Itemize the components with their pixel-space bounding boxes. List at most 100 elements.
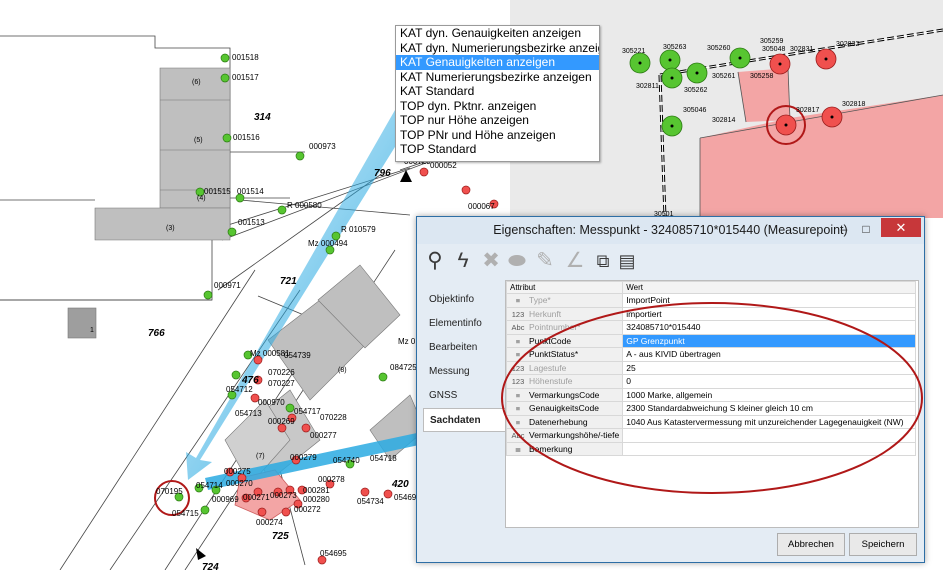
svg-text:302818: 302818 bbox=[842, 101, 865, 108]
table-row[interactable]: ≡ GenauigkeitsCode 2300 Standardabweichung… bbox=[505, 401, 916, 416]
eraser-icon[interactable]: ⬬ bbox=[505, 248, 529, 274]
context-menu[interactable]: KAT dyn. Genauigkeiten anzeigen KAT dyn.… bbox=[395, 25, 600, 162]
small-arrow-724 bbox=[196, 548, 206, 560]
svg-text:054714: 054714 bbox=[196, 481, 223, 490]
row-value[interactable]: GP Grenzpunkt bbox=[622, 333, 916, 348]
svg-text:305221: 305221 bbox=[622, 48, 645, 55]
svg-text:054718: 054718 bbox=[370, 454, 397, 463]
menu-item-top-standard[interactable]: TOP Standard bbox=[396, 142, 599, 157]
table-row[interactable]: 123 Herkunft importiert bbox=[505, 306, 916, 321]
svg-text:420: 420 bbox=[391, 479, 409, 490]
svg-text:1: 1 bbox=[90, 327, 94, 334]
cancel-button[interactable]: Abbrechen bbox=[777, 533, 845, 556]
table-row[interactable]: ≡ VermarkungsCode 1000 Marke, allgemein bbox=[505, 387, 916, 402]
svg-text:305046: 305046 bbox=[683, 107, 706, 114]
menu-item-kat-dyn-genauigkeiten[interactable]: KAT dyn. Genauigkeiten anzeigen bbox=[396, 26, 599, 41]
table-row[interactable]: ≡ Type* ImportPoint bbox=[505, 293, 916, 308]
search-icon[interactable]: ⚲ bbox=[423, 248, 447, 274]
minimize-button[interactable]: – bbox=[835, 220, 853, 238]
table-row[interactable]: ≡ PunktStatus* A - aus KIVID übertragen bbox=[505, 347, 916, 362]
svg-text:R 000580: R 000580 bbox=[287, 201, 322, 210]
svg-text:084725: 084725 bbox=[390, 363, 417, 372]
row-name: GenauigkeitsCode bbox=[529, 403, 599, 414]
menu-item-top-dyn-pktnr[interactable]: TOP dyn. Pktnr. anzeigen bbox=[396, 99, 599, 114]
save-button[interactable]: Speichern bbox=[849, 533, 917, 556]
properties-dialog[interactable]: Eigenschaften: Messpunkt - 324085710*015… bbox=[416, 216, 925, 563]
multiline-text-icon: ≣ bbox=[514, 444, 522, 454]
row-value[interactable]: A - aus KIVID übertragen bbox=[622, 347, 916, 362]
table-row[interactable]: 123 Höhenstufe 0 bbox=[505, 374, 916, 389]
row-value[interactable] bbox=[622, 441, 916, 456]
svg-text:302832: 302832 bbox=[836, 41, 859, 48]
list-icon: ≡ bbox=[515, 336, 521, 346]
svg-text:724: 724 bbox=[202, 562, 219, 570]
table-row[interactable]: ≣ Bemerkung bbox=[505, 441, 916, 456]
row-name: Herkunft bbox=[529, 308, 562, 319]
list-icon: ≡ bbox=[515, 390, 521, 400]
tab-elementinfo[interactable]: Elementinfo bbox=[423, 312, 505, 336]
svg-text:Mz 0: Mz 0 bbox=[398, 337, 416, 346]
table-row[interactable]: Abc Pointnumber* 324085710*015440 bbox=[505, 320, 916, 335]
row-value[interactable]: 2300 Standardabweichung S kleiner gleich… bbox=[622, 401, 916, 416]
svg-text:305262: 305262 bbox=[684, 87, 707, 94]
table-header: Attribut Wert bbox=[505, 281, 916, 294]
svg-text:054739: 054739 bbox=[284, 351, 311, 360]
number-icon: 123 bbox=[511, 309, 525, 319]
menu-item-kat-standard[interactable]: KAT Standard bbox=[396, 84, 599, 99]
menu-item-kat-numerierungsbezirke[interactable]: KAT Numerierungsbezirke anzeigen bbox=[396, 70, 599, 85]
maximize-button[interactable]: □ bbox=[857, 220, 875, 238]
row-name: Type* bbox=[529, 295, 551, 306]
svg-text:000067: 000067 bbox=[468, 202, 495, 211]
row-value[interactable]: 25 bbox=[622, 360, 916, 375]
svg-text:302814: 302814 bbox=[712, 117, 735, 124]
row-value[interactable]: 324085710*015440 bbox=[622, 320, 916, 335]
lightning-icon[interactable]: ϟ bbox=[451, 248, 475, 274]
svg-text:054715: 054715 bbox=[172, 509, 199, 518]
svg-text:305259: 305259 bbox=[760, 38, 783, 45]
close-button[interactable]: ✕ bbox=[881, 218, 921, 237]
tab-objektinfo[interactable]: Objektinfo bbox=[423, 288, 505, 312]
delete-icon[interactable]: ✖ bbox=[479, 248, 503, 274]
row-value[interactable]: 0 bbox=[622, 374, 916, 389]
svg-text:(3): (3) bbox=[166, 225, 175, 232]
svg-text:070228: 070228 bbox=[320, 413, 347, 422]
dialog-titlebar[interactable]: Eigenschaften: Messpunkt - 324085710*015… bbox=[417, 217, 924, 244]
menu-item-top-nur-hoehe[interactable]: TOP nur Höhe anzeigen bbox=[396, 113, 599, 128]
menu-item-kat-genauigkeiten[interactable]: KAT Genauigkeiten anzeigen bbox=[396, 55, 599, 70]
row-value[interactable] bbox=[622, 428, 916, 443]
dialog-toolbar: ⚲ ϟ ✖ ⬬ ✎ ∠ ⧉ ▤ bbox=[421, 244, 921, 280]
tab-bearbeiten[interactable]: Bearbeiten bbox=[423, 336, 505, 360]
svg-text:766: 766 bbox=[148, 328, 165, 339]
tab-messung[interactable]: Messung bbox=[423, 360, 505, 384]
menu-item-kat-dyn-numerierungsbezirke[interactable]: KAT dyn. Numerierungsbezirke anzeigen bbox=[396, 41, 599, 56]
row-name: Vermarkungshöhe/-tiefe bbox=[529, 430, 620, 441]
row-name: Bemerkung bbox=[529, 443, 573, 454]
row-value[interactable]: ImportPoint bbox=[622, 293, 916, 308]
table-row[interactable]: ≡ PunktCode GP Grenzpunkt bbox=[505, 333, 916, 348]
svg-text:000973: 000973 bbox=[309, 142, 336, 151]
svg-text:000971: 000971 bbox=[214, 281, 241, 290]
row-value[interactable]: 1000 Marke, allgemein bbox=[622, 387, 916, 402]
table-row[interactable]: Abc Vermarkungshöhe/-tiefe bbox=[505, 428, 916, 443]
row-value[interactable]: 1040 Aus Katastervermessung mit unzureic… bbox=[622, 414, 916, 429]
svg-text:000269: 000269 bbox=[268, 417, 295, 426]
row-value[interactable]: importiert bbox=[622, 306, 916, 321]
svg-text:001518: 001518 bbox=[232, 53, 259, 62]
edit-pen-icon[interactable]: ✎ bbox=[533, 248, 557, 274]
tab-gnss[interactable]: GNSS bbox=[423, 384, 505, 408]
copy-icon[interactable]: ⧉ bbox=[591, 248, 615, 274]
table-row[interactable]: ≡ Datenerhebung 1040 Aus Katastervermessun… bbox=[505, 414, 916, 429]
svg-text:000275: 000275 bbox=[224, 467, 251, 476]
number-icon: 123 bbox=[511, 363, 525, 373]
svg-text:000272: 000272 bbox=[294, 505, 321, 514]
svg-text:R 010579: R 010579 bbox=[341, 225, 376, 234]
properties-panel: Attribut Wert ≡ Type* ImportPoint 123 Herku… bbox=[505, 280, 919, 528]
tab-sachdaten[interactable]: Sachdaten bbox=[423, 408, 506, 432]
paste-icon[interactable]: ▤ bbox=[615, 248, 639, 274]
angle-icon[interactable]: ∠ bbox=[563, 248, 587, 274]
svg-text:302817: 302817 bbox=[796, 107, 819, 114]
menu-item-top-pnr-hoehe[interactable]: TOP PNr und Höhe anzeigen bbox=[396, 128, 599, 143]
table-row[interactable]: 123 Lagestufe 25 bbox=[505, 360, 916, 375]
svg-text:001515: 001515 bbox=[204, 187, 231, 196]
svg-text:305258: 305258 bbox=[750, 73, 773, 80]
